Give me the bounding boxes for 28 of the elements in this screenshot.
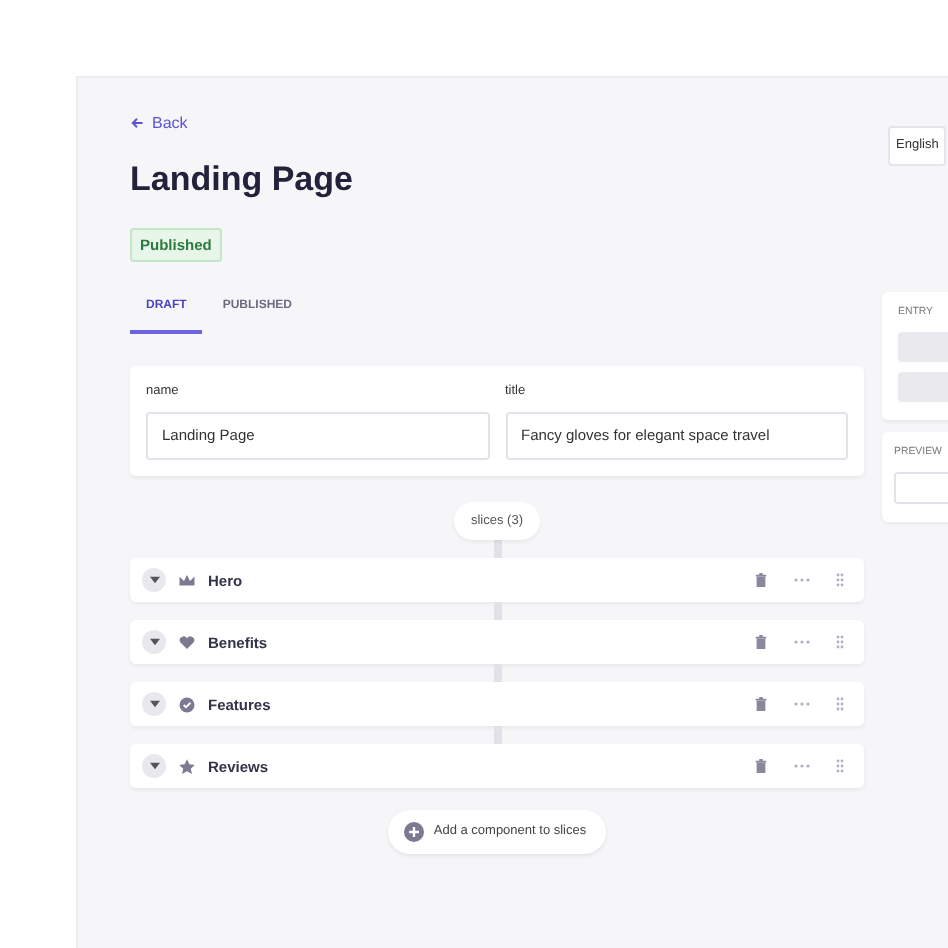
more-icon <box>792 576 812 585</box>
trash-icon <box>754 634 768 651</box>
back-link[interactable]: Back <box>130 111 188 135</box>
expand-toggle[interactable] <box>142 568 166 593</box>
more-icon <box>792 762 812 771</box>
expand-toggle[interactable] <box>142 692 166 717</box>
heart-icon <box>178 633 196 652</box>
drag-handle-icon <box>836 758 844 775</box>
trash-icon <box>754 572 768 589</box>
more-icon <box>792 638 812 647</box>
drag-handle-icon <box>836 572 844 589</box>
drag-handle-icon <box>836 634 844 651</box>
more-icon <box>792 700 812 709</box>
caret-icon <box>149 576 159 585</box>
caret-icon <box>149 638 159 647</box>
drag-handle-icon <box>836 696 844 713</box>
expand-toggle[interactable] <box>142 630 166 655</box>
caret-icon <box>149 762 159 771</box>
caret-icon <box>149 700 159 709</box>
badge-check-icon <box>178 695 196 714</box>
expand-toggle[interactable] <box>142 754 166 779</box>
page-title: Landing Page <box>130 158 355 202</box>
crown-icon <box>178 571 196 590</box>
trash-icon <box>754 758 768 775</box>
trash-icon <box>754 696 768 713</box>
plus-icon <box>403 822 424 843</box>
star-icon <box>178 757 196 776</box>
arrow-left-icon <box>130 116 144 130</box>
